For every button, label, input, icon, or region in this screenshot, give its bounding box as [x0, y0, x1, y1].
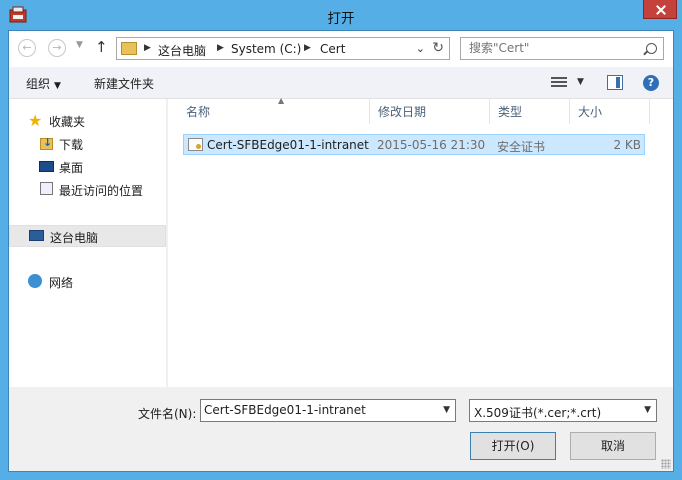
sidebar-item-label: 最近访问的位置 — [59, 184, 144, 198]
up-button[interactable]: ↑ — [95, 38, 108, 56]
preview-pane-icon[interactable] — [607, 75, 623, 90]
navigation-pane: ★ 收藏夹 下载 桌面 最近访问的位置 这台电脑 网络 — [9, 99, 166, 387]
view-options-dropdown-icon[interactable]: ▼ — [577, 77, 584, 87]
search-input[interactable] — [469, 41, 639, 55]
column-header-modified[interactable]: 修改日期 — [370, 99, 490, 124]
dialog-footer: 文件名(N): ▼ X.509证书(*.cer;*.crt) ▼ 打开(O) 取… — [9, 387, 673, 471]
filename-label: 文件名(N): — [138, 407, 197, 421]
sidebar-item-label: 桌面 — [59, 161, 84, 175]
forward-arrow-icon: → — [52, 41, 62, 54]
sidebar-item-label: 网络 — [49, 276, 74, 290]
sidebar-item-recent-places[interactable]: 最近访问的位置 — [9, 179, 166, 201]
filename-input[interactable] — [204, 403, 432, 417]
sidebar-item-this-pc[interactable]: 这台电脑 — [9, 225, 166, 247]
column-header-size[interactable]: 大小 — [570, 99, 650, 124]
file-name: Cert-SFBEdge01-1-intranet — [207, 138, 369, 152]
breadcrumb-separator-icon[interactable]: ▶ — [217, 43, 224, 53]
back-button[interactable]: ← — [18, 39, 36, 57]
search-box[interactable] — [460, 37, 664, 60]
sidebar-item-network[interactable]: 网络 — [9, 271, 166, 293]
filetype-select[interactable]: X.509证书(*.cer;*.crt) ▼ — [469, 399, 657, 422]
computer-icon — [29, 230, 44, 241]
dialog-client: ← → ▼ ↑ ▶ 这台电脑 ▶ System (C:) ▶ Cert ⌄ ↻ — [8, 30, 674, 472]
refresh-icon[interactable]: ↻ — [432, 40, 444, 56]
breadcrumb-system-c[interactable]: System (C:) — [231, 42, 301, 56]
recent-places-icon — [40, 182, 53, 195]
close-button[interactable] — [643, 0, 677, 19]
up-arrow-icon: ↑ — [95, 38, 108, 56]
chevron-down-icon[interactable]: ▼ — [443, 405, 450, 415]
star-icon: ★ — [28, 111, 43, 130]
folder-icon — [121, 42, 137, 55]
sidebar-item-label: 收藏夹 — [49, 115, 86, 129]
new-folder-button[interactable]: 新建文件夹 — [94, 75, 154, 92]
recent-locations-dropdown[interactable]: ▼ — [76, 40, 83, 50]
sidebar-item-favorites[interactable]: ★ 收藏夹 — [9, 110, 166, 132]
organize-label: 组织 — [26, 77, 51, 91]
sidebar-item-label: 这台电脑 — [50, 231, 99, 245]
sort-ascending-icon: ▲ — [278, 96, 285, 105]
help-icon[interactable]: ? — [643, 75, 659, 91]
file-modified: 2015-05-16 21:30 — [377, 138, 486, 152]
desktop-icon — [39, 161, 54, 172]
breadcrumb-separator-icon[interactable]: ▶ — [304, 43, 311, 53]
table-row[interactable]: Cert-SFBEdge01-1-intranet 2015-05-16 21:… — [183, 134, 645, 155]
chevron-down-icon: ▼ — [54, 81, 61, 91]
sidebar-item-desktop[interactable]: 桌面 — [9, 156, 166, 178]
breadcrumb-this-pc[interactable]: 这台电脑 — [158, 42, 206, 59]
resize-grip-icon[interactable] — [661, 459, 671, 469]
chevron-down-icon[interactable]: ▼ — [644, 405, 651, 415]
open-button[interactable]: 打开(O) — [470, 432, 556, 460]
title-bar[interactable]: 打开 — [0, 0, 682, 30]
address-bar[interactable]: ▶ 这台电脑 ▶ System (C:) ▶ Cert ⌄ ↻ — [116, 37, 450, 60]
sidebar-item-downloads[interactable]: 下载 — [9, 133, 166, 155]
organize-button[interactable]: 组织 ▼ — [26, 75, 61, 92]
breadcrumb-separator-icon[interactable]: ▶ — [144, 43, 151, 53]
cancel-button[interactable]: 取消 — [570, 432, 656, 460]
open-dialog-window: 打开 ← → ▼ ↑ ▶ 这台电脑 ▶ System (C:) ▶ Cert ⌄… — [0, 0, 682, 480]
network-icon — [28, 274, 42, 288]
forward-button[interactable]: → — [48, 39, 66, 57]
window-title: 打开 — [327, 11, 355, 27]
column-header-type[interactable]: 类型 — [490, 99, 570, 124]
address-dropdown-icon[interactable]: ⌄ — [416, 42, 425, 55]
file-size: 2 KB — [613, 138, 641, 152]
back-arrow-icon: ← — [22, 41, 32, 54]
certificate-file-icon — [188, 138, 203, 151]
filename-combobox[interactable]: ▼ — [200, 399, 456, 422]
view-list-icon[interactable] — [551, 76, 567, 89]
breadcrumb-cert[interactable]: Cert — [320, 42, 345, 56]
column-header-name[interactable]: ▲ 名称 — [178, 96, 370, 124]
filetype-value: X.509证书(*.cer;*.crt) — [474, 406, 602, 420]
downloads-folder-icon — [40, 136, 53, 150]
search-icon[interactable] — [646, 43, 657, 54]
sidebar-item-label: 下载 — [59, 138, 84, 152]
navigation-bar: ← → ▼ ↑ ▶ 这台电脑 ▶ System (C:) ▶ Cert ⌄ ↻ — [9, 31, 673, 67]
command-toolbar: 组织 ▼ 新建文件夹 ▼ ? — [9, 67, 673, 99]
file-list: ▲ 名称 修改日期 类型 大小 Cert-SFBEdge01-1-intrane… — [168, 96, 673, 387]
file-type: 安全证书 — [497, 140, 546, 154]
